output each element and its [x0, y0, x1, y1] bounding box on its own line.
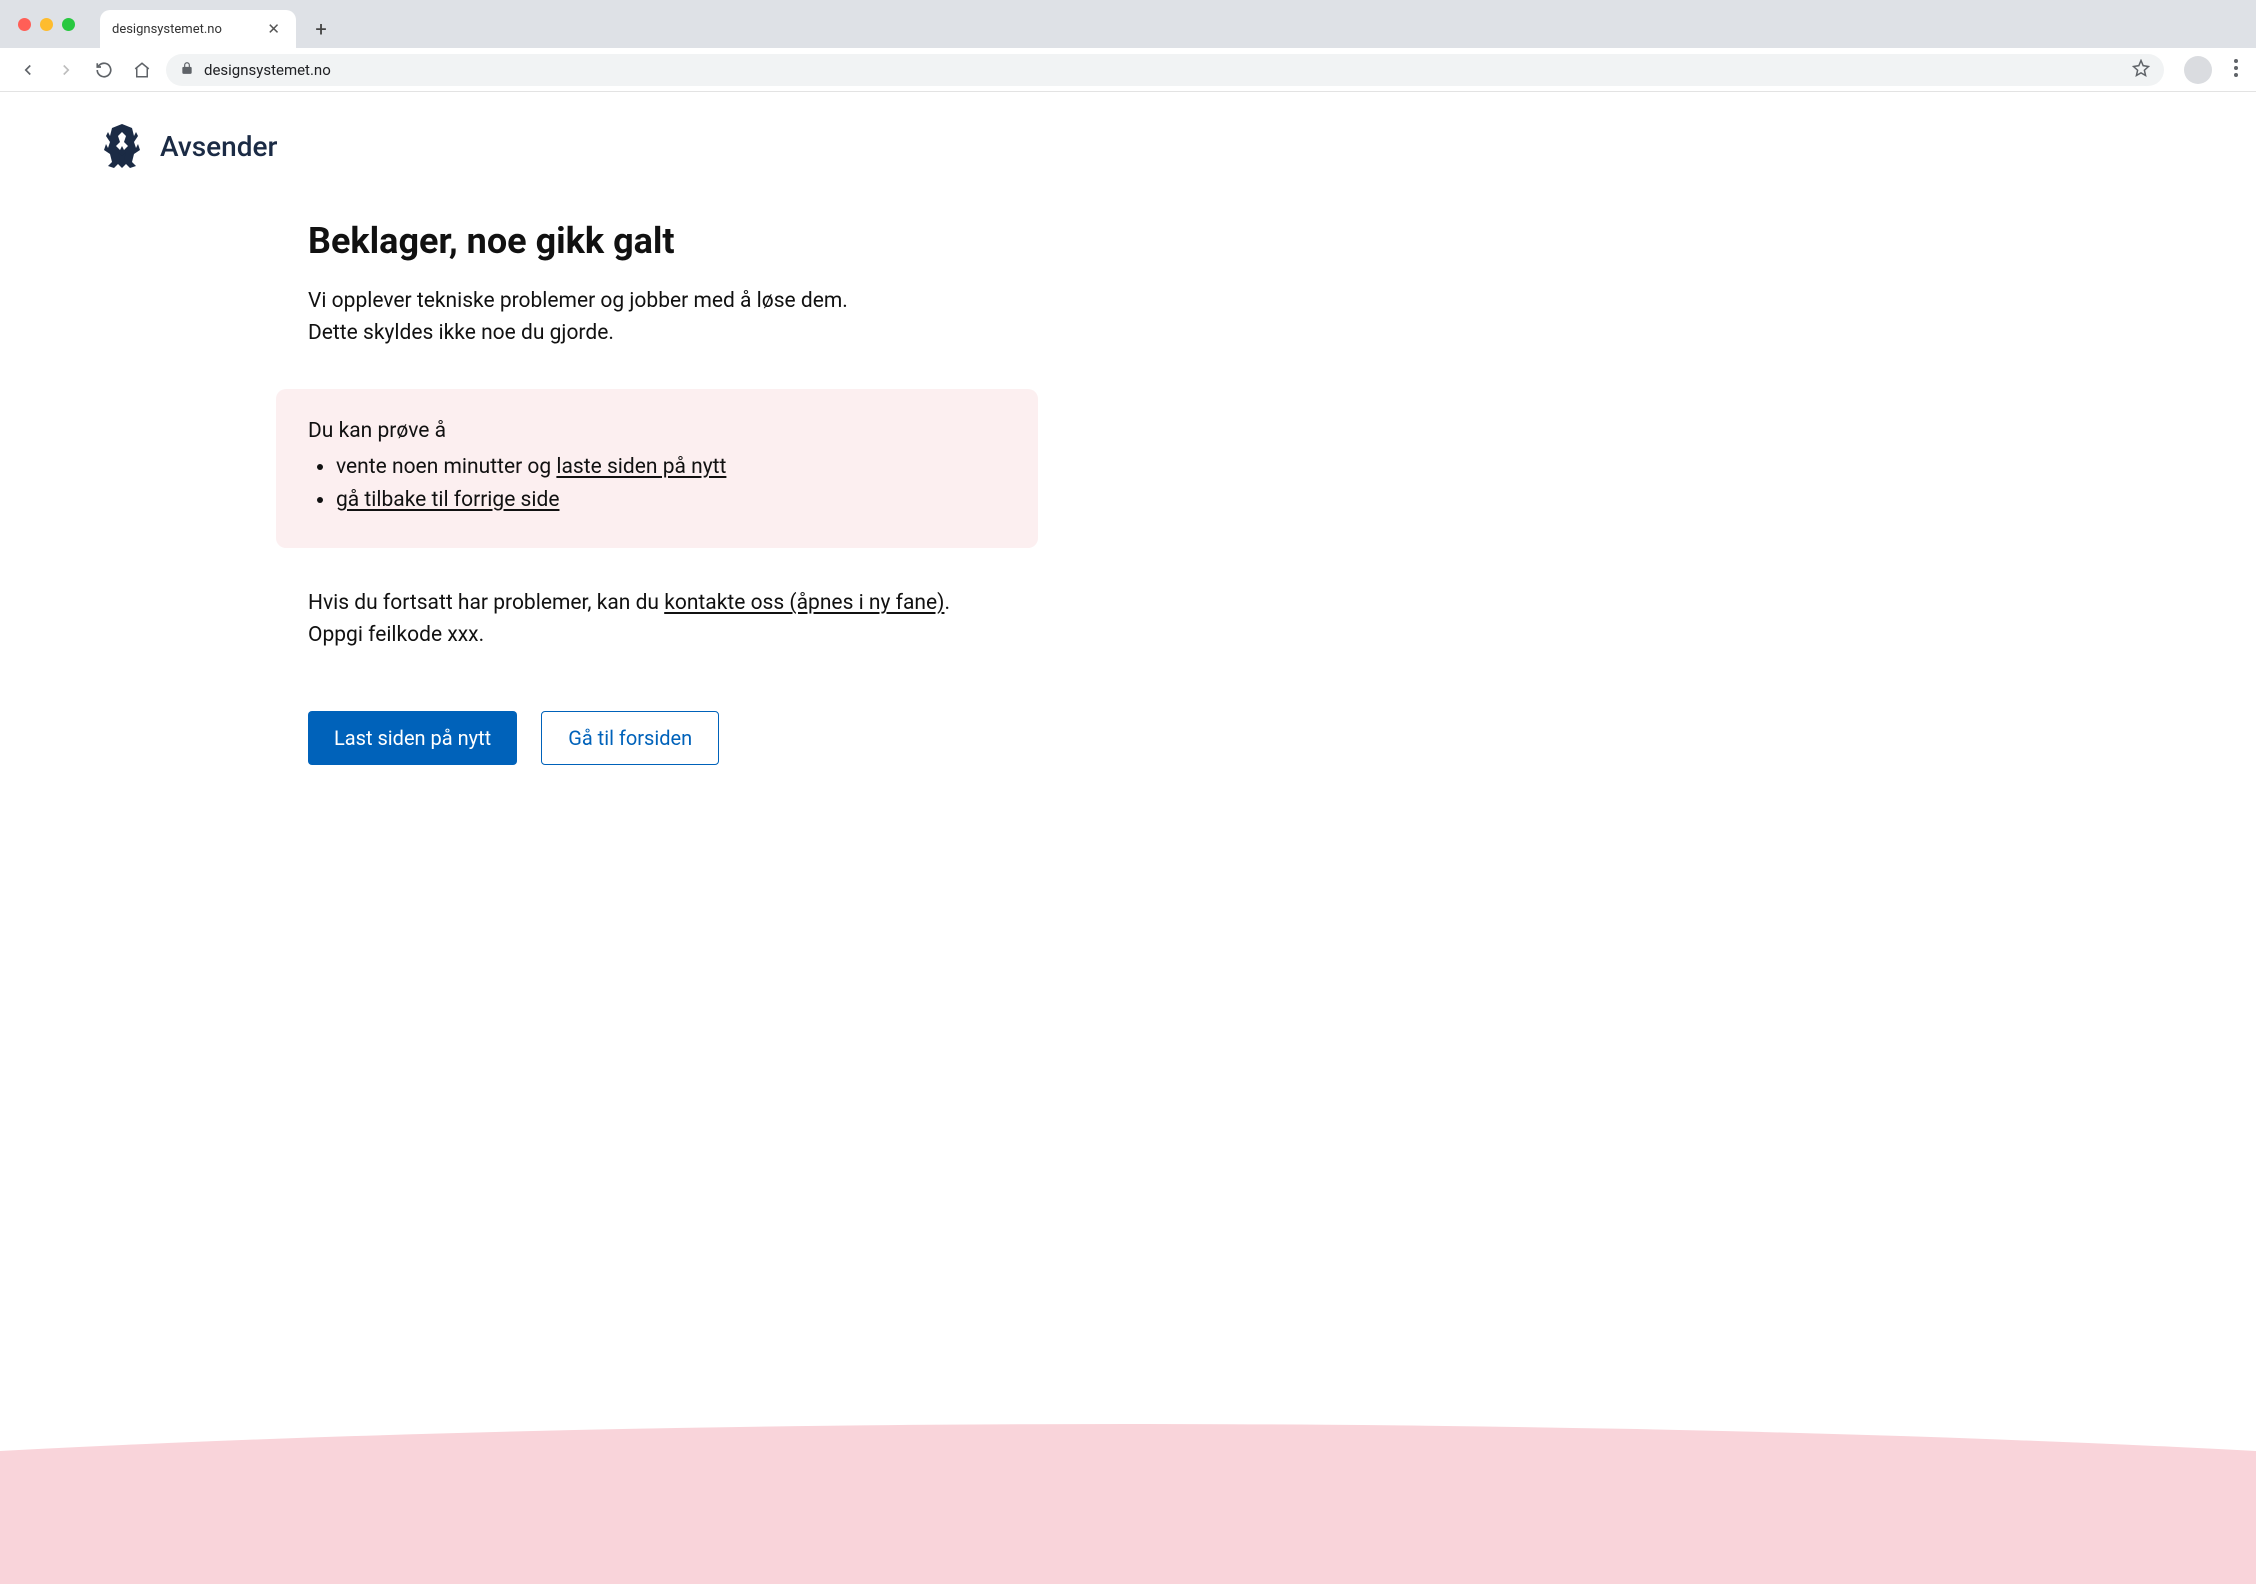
- bookmark-icon[interactable]: [2132, 59, 2150, 81]
- home-button[interactable]: [128, 56, 156, 84]
- address-bar[interactable]: designsystemet.no: [166, 54, 2164, 86]
- go-back-link[interactable]: gå tilbake til forrige side: [336, 488, 559, 512]
- action-buttons: Last siden på nytt Gå til forsiden: [308, 711, 1048, 765]
- page-content: Avsender Beklager, noe gikk galt Vi oppl…: [0, 92, 2256, 1584]
- main-content: Beklager, noe gikk galt Vi opplever tekn…: [308, 220, 1048, 765]
- list-item: gå tilbake til forrige side: [336, 484, 1006, 517]
- contact-prefix: Hvis du fortsatt har problemer, kan du: [308, 591, 664, 615]
- new-tab-button[interactable]: +: [306, 14, 336, 44]
- contact-text: Hvis du fortsatt har problemer, kan du k…: [308, 588, 1048, 651]
- intro-text: Vi opplever tekniske problemer og jobber…: [308, 286, 1048, 349]
- reload-button[interactable]: Last siden på nytt: [308, 711, 517, 765]
- reload-page-link[interactable]: laste siden på nytt: [556, 455, 726, 479]
- item-prefix: vente noen minutter og: [336, 455, 556, 479]
- contact-link[interactable]: kontakte oss (åpnes i ny fane): [664, 591, 944, 615]
- site-header: Avsender: [0, 92, 2256, 170]
- url-text: designsystemet.no: [204, 61, 331, 79]
- norwegian-lion-icon: [100, 122, 144, 170]
- footer-wave: [0, 1424, 2256, 1584]
- intro-line-1: Vi opplever tekniske problemer og jobber…: [308, 289, 848, 313]
- list-item: vente noen minutter og laste siden på ny…: [336, 451, 1006, 484]
- back-button[interactable]: [14, 56, 42, 84]
- minimize-window-button[interactable]: [40, 18, 53, 31]
- browser-tab-bar: designsystemet.no ✕ +: [0, 0, 2256, 48]
- browser-menu-icon[interactable]: [2230, 55, 2242, 85]
- suggestions-list: vente noen minutter og laste siden på ny…: [308, 451, 1006, 516]
- lock-icon: [180, 61, 194, 79]
- browser-toolbar: designsystemet.no: [0, 48, 2256, 92]
- panel-heading: Du kan prøve å: [308, 419, 1006, 443]
- intro-line-2: Dette skyldes ikke noe du gjorde.: [308, 321, 614, 345]
- close-window-button[interactable]: [18, 18, 31, 31]
- contact-suffix: .: [944, 591, 950, 615]
- browser-tab[interactable]: designsystemet.no ✕: [100, 10, 296, 48]
- forward-button[interactable]: [52, 56, 80, 84]
- reload-button[interactable]: [90, 56, 118, 84]
- suggestions-panel: Du kan prøve å vente noen minutter og la…: [276, 389, 1038, 548]
- profile-avatar[interactable]: [2184, 56, 2212, 84]
- window-controls: [18, 18, 75, 31]
- close-tab-icon[interactable]: ✕: [263, 20, 284, 38]
- page-title: Beklager, noe gikk galt: [308, 220, 1048, 262]
- error-code-line: Oppgi feilkode xxx.: [308, 623, 484, 647]
- home-button[interactable]: Gå til forsiden: [541, 711, 719, 765]
- maximize-window-button[interactable]: [62, 18, 75, 31]
- tab-title: designsystemet.no: [112, 22, 222, 37]
- brand-name: Avsender: [160, 130, 277, 163]
